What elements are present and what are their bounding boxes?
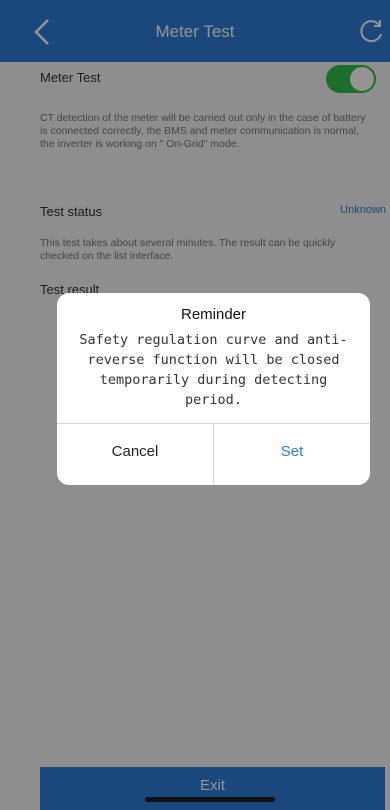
dialog-title: Reminder [180,306,247,323]
cancel-button[interactable]: Cancel [57,424,213,485]
dialog-message: Safety regulation curve and anti-reverse… [79,332,348,408]
set-button[interactable]: Set [214,424,370,485]
reminder-dialog: Reminder Safety regulation curve and ant… [57,293,370,485]
home-indicator [145,797,275,802]
